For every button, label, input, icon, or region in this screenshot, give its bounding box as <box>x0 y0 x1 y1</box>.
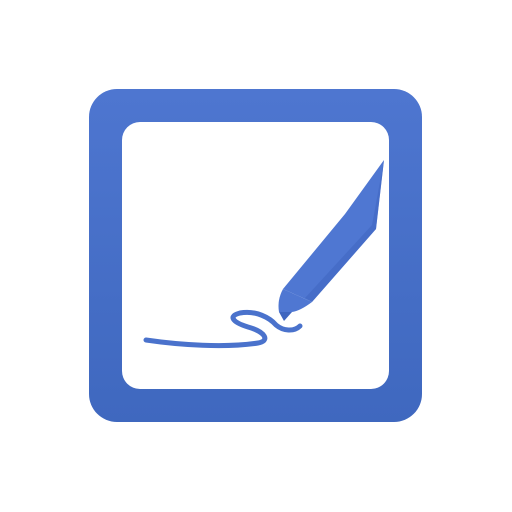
app-icon-graphic <box>2 2 510 510</box>
app-icon[interactable] <box>0 0 512 512</box>
